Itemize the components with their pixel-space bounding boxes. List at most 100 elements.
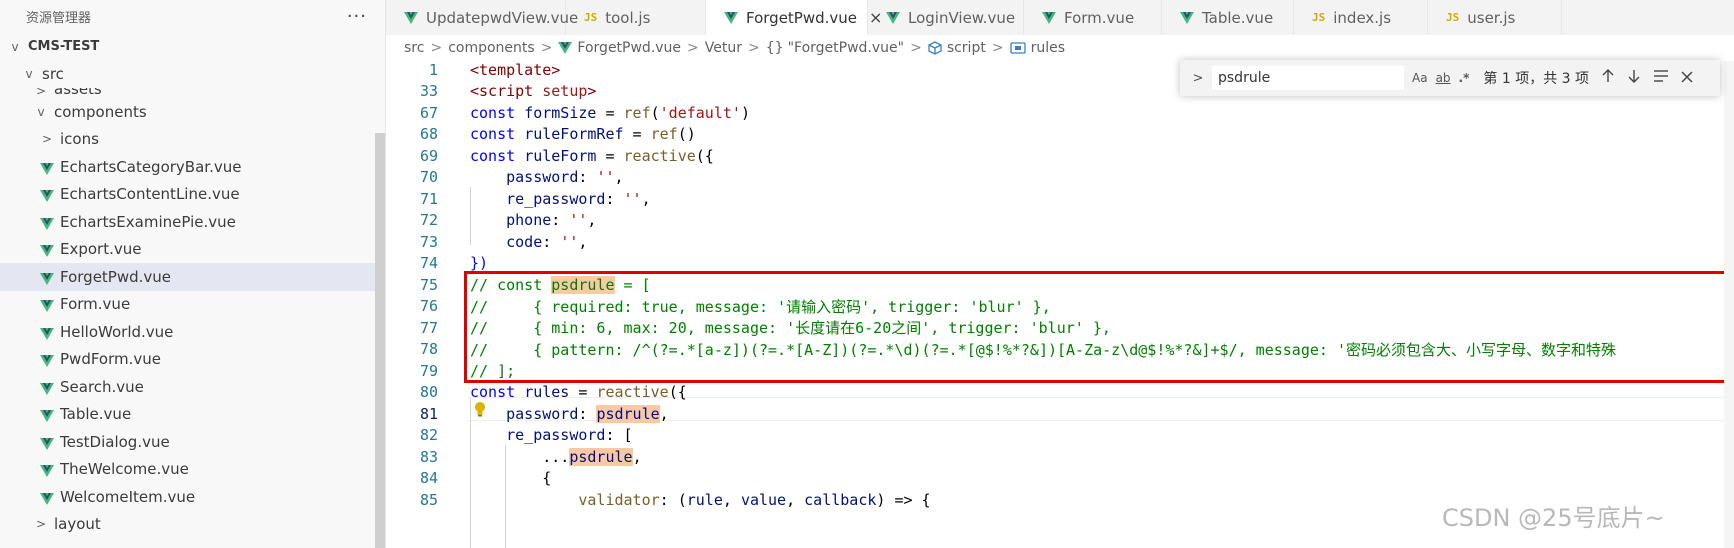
toggle-replace-icon[interactable]: > — [1188, 71, 1208, 86]
code-editor[interactable]: 1 <template> 33 <script setup> 67 const formS… — [386, 61, 1734, 548]
line-number: 80 — [419, 383, 438, 402]
explorer-header: 资源管理器 ··· — [0, 0, 385, 33]
tree-item-label: Export.vue — [60, 240, 142, 259]
code-token: const — [470, 125, 525, 144]
line-number: 78 — [419, 340, 438, 359]
folder-item[interactable]: > layout — [0, 511, 385, 539]
code-token: ref — [650, 125, 678, 144]
line-number: 76 — [419, 297, 438, 316]
tab-loginview-vue[interactable]: LoginView.vue — [868, 0, 1024, 35]
folder-item[interactable]: v CMS-TEST — [0, 33, 385, 61]
explorer-scrollbar[interactable] — [375, 133, 385, 548]
breadcrumb-script[interactable]: script — [947, 40, 986, 56]
tab-forgetpwd-vue[interactable]: ForgetPwd.vue × — [706, 0, 882, 35]
code-line[interactable]: 69 const ruleForm = reactive({ — [386, 144, 1734, 168]
code-token: ( — [650, 103, 660, 122]
file-item[interactable]: EchartsExaminePie.vue — [0, 208, 385, 236]
vue-file-icon — [40, 216, 54, 230]
code-line[interactable]: 83 ...psdrule, — [386, 445, 1734, 469]
whole-word-toggle[interactable]: ab — [1436, 71, 1451, 85]
folder-item[interactable]: v src — [0, 61, 385, 89]
file-item[interactable]: TestDialog.vue — [0, 428, 385, 456]
object-icon: {} — [765, 40, 784, 56]
minimap[interactable] — [1724, 61, 1734, 548]
find-input[interactable] — [1212, 66, 1404, 90]
code-text: re_password: [ — [470, 426, 633, 445]
code-line[interactable]: 84 { — [386, 467, 1734, 491]
code-token: : [ — [605, 426, 633, 445]
tab-user-js[interactable]: JS user.js — [1428, 0, 1562, 35]
chevron-right-icon: > — [35, 517, 47, 532]
code-line[interactable]: 70 password: '', — [386, 166, 1734, 190]
breadcrumb-file[interactable]: ForgetPwd.vue — [577, 40, 681, 56]
cube-icon — [928, 41, 942, 55]
code-line[interactable]: 73 code: '', — [386, 230, 1734, 254]
tab-label: user.js — [1467, 8, 1516, 27]
breadcrumb-rules[interactable]: rules — [1031, 40, 1065, 56]
file-item[interactable]: ForgetPwd.vue — [0, 263, 385, 291]
code-line[interactable]: 71 re_password: '', — [386, 187, 1734, 211]
file-item[interactable]: Search.vue — [0, 373, 385, 401]
vue-file-icon — [40, 381, 54, 395]
file-item[interactable]: Table.vue — [0, 401, 385, 429]
tab-tool-js[interactable]: JS tool.js — [566, 0, 706, 35]
file-item[interactable]: PwdForm.vue — [0, 346, 385, 374]
vue-file-icon — [404, 11, 418, 24]
code-line[interactable]: 81 password: psdrule, — [386, 402, 1734, 426]
tab-updatepwdview-vue[interactable]: UpdatepwdView.vue — [386, 0, 578, 35]
code-token: '' — [623, 189, 642, 208]
chevron-right-icon: > — [35, 88, 47, 98]
line-number: 69 — [419, 146, 438, 165]
code-line[interactable]: 72 phone: '', — [386, 209, 1734, 233]
breadcrumb-vetur[interactable]: Vetur — [705, 40, 742, 56]
code-text: validator: (rule, value, callback) => { — [470, 490, 930, 509]
file-item[interactable]: EchartsContentLine.vue — [0, 181, 385, 209]
code-token: : — [578, 168, 597, 187]
annotation-red-box — [464, 271, 1734, 383]
file-item[interactable]: Form.vue — [0, 291, 385, 319]
code-token: password — [470, 168, 579, 187]
code-token: : — [605, 189, 624, 208]
file-item[interactable]: Export.vue — [0, 236, 385, 264]
more-actions-icon[interactable]: ··· — [347, 6, 367, 27]
lightbulb-icon[interactable] — [474, 401, 486, 421]
code-line[interactable]: 80 const rules = reactive({ — [386, 381, 1734, 405]
chevron-right-icon: > — [748, 40, 760, 56]
file-item[interactable]: HelloWorld.vue — [0, 318, 385, 346]
code-line[interactable]: 67 const formSize = ref('default') — [386, 101, 1734, 125]
close-icon[interactable] — [1681, 69, 1693, 87]
code-token: , — [587, 211, 597, 230]
code-token: rule — [686, 490, 723, 509]
tab-form-vue[interactable]: Form.vue — [1024, 0, 1162, 35]
arrow-down-icon[interactable] — [1627, 69, 1641, 87]
code-token: const — [470, 103, 525, 122]
folder-item[interactable]: > icons — [0, 126, 385, 154]
code-line[interactable]: 68 const ruleFormRef = ref() — [386, 123, 1734, 147]
vue-file-icon — [1180, 11, 1194, 24]
code-text: const ruleFormRef = ref() — [470, 125, 696, 143]
arrow-up-icon[interactable] — [1601, 69, 1615, 87]
regex-toggle[interactable]: .* — [1459, 71, 1470, 85]
find-in-selection-icon[interactable] — [1653, 69, 1669, 87]
tab-table-vue[interactable]: Table.vue — [1162, 0, 1294, 35]
code-token: }) — [470, 254, 489, 273]
tab-label: LoginView.vue — [908, 8, 1016, 27]
folder-item[interactable]: v components — [0, 98, 385, 126]
file-item[interactable]: EchartsCategoryBar.vue — [0, 153, 385, 181]
match-case-toggle[interactable]: Aa — [1412, 71, 1428, 85]
vue-file-icon — [40, 491, 54, 505]
file-item[interactable]: TheWelcome.vue — [0, 456, 385, 484]
breadcrumb-src[interactable]: src — [404, 40, 424, 56]
code-line[interactable]: 82 re_password: [ — [386, 424, 1734, 448]
line-number: 72 — [419, 211, 438, 230]
code-token: ... — [470, 447, 570, 466]
vue-file-icon — [40, 408, 54, 423]
vue-file-icon — [40, 463, 54, 478]
breadcrumb-components[interactable]: components — [448, 40, 535, 56]
file-item[interactable]: WelcomeItem.vue — [0, 483, 385, 511]
code-token: = — [596, 146, 624, 165]
folder-item[interactable]: > assets — [0, 88, 385, 98]
tab-index-js[interactable]: JS index.js — [1294, 0, 1428, 35]
code-token: code — [470, 232, 543, 251]
breadcrumb-object[interactable]: "ForgetPwd.vue" — [788, 40, 905, 56]
